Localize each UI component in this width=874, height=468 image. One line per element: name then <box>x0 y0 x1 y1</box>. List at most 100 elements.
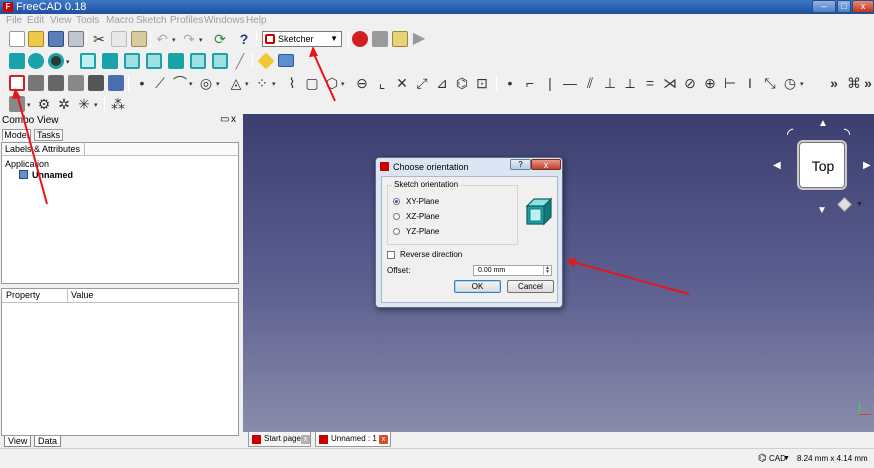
radio-yz-plane[interactable]: YZ-Plane <box>393 227 439 237</box>
right-view-icon[interactable] <box>146 53 162 69</box>
constrain-tangent-icon[interactable]: ⟂ <box>622 75 638 91</box>
conic-icon[interactable]: ◬ <box>228 75 244 91</box>
arc-dropdown-icon[interactable]: ▾ <box>189 80 193 88</box>
cancel-button[interactable]: Cancel <box>507 280 554 293</box>
close-window-button[interactable]: x <box>852 0 874 13</box>
edit-sketch-icon[interactable] <box>28 75 44 91</box>
symmetry-dropdown-icon[interactable]: ▾ <box>94 101 98 109</box>
tab-model[interactable]: Model <box>2 129 31 141</box>
cut-icon[interactable]: ✂ <box>91 31 107 47</box>
show-hide-geometry-icon[interactable]: ✲ <box>56 96 72 112</box>
open-file-icon[interactable] <box>28 31 44 47</box>
point-icon[interactable]: • <box>134 75 150 91</box>
bspline-icon[interactable]: ⁘ <box>254 75 270 91</box>
close-tab-icon[interactable]: x <box>301 435 310 444</box>
tree-document-unnamed[interactable]: Unnamed <box>32 170 73 180</box>
refresh-icon[interactable]: ⟳ <box>212 31 228 47</box>
radius-dropdown-icon[interactable]: ▾ <box>800 80 804 88</box>
bspline-dropdown-icon[interactable]: ▾ <box>272 80 276 88</box>
draw-style-icon[interactable] <box>48 53 64 69</box>
dialog-close-button[interactable]: x <box>531 159 561 170</box>
part-icon[interactable] <box>257 52 275 70</box>
menu-tools[interactable]: Tools <box>76 14 99 28</box>
radio-xy-plane[interactable]: XY-Plane <box>393 197 439 207</box>
toolbar-overflow-icon[interactable]: » <box>826 75 842 91</box>
select-constraints-icon[interactable]: ⚙ <box>36 96 52 112</box>
minimize-button[interactable]: – <box>812 0 836 13</box>
fillet-icon[interactable]: ⌞ <box>374 75 390 91</box>
polyline-icon[interactable]: ⌇ <box>284 75 300 91</box>
workbench-selector[interactable]: Sketcher ▼ <box>262 31 342 47</box>
polygon-dropdown-icon[interactable]: ▾ <box>341 80 345 88</box>
menu-profiles[interactable]: Profiles <box>170 14 203 28</box>
menu-sketch[interactable]: Sketch <box>136 14 167 28</box>
tab-tasks[interactable]: Tasks <box>34 129 63 141</box>
carbon-copy-icon[interactable]: ⌬ <box>454 75 470 91</box>
whats-this-icon[interactable]: ? <box>236 31 252 47</box>
constrain-block-icon[interactable]: ⊘ <box>682 75 698 91</box>
polygon-icon[interactable]: ⬡ <box>324 75 340 91</box>
constrain-perpendicular-icon[interactable]: ⊥ <box>602 75 618 91</box>
radio-yz-plane-indicator[interactable] <box>393 228 400 235</box>
reorient-sketch-icon[interactable] <box>108 75 124 91</box>
constrain-point-on-object-icon[interactable]: ⌐ <box>522 75 538 91</box>
nav-left-arrow-icon[interactable]: ◀ <box>773 160 781 171</box>
value-column-header[interactable]: Value <box>71 289 131 302</box>
navigation-cube[interactable]: Top <box>799 142 845 188</box>
constrain-vertical-distance-icon[interactable]: I <box>742 75 758 91</box>
menu-edit[interactable]: Edit <box>27 14 44 28</box>
trim-icon[interactable]: ✕ <box>394 75 410 91</box>
save-icon[interactable] <box>48 31 64 47</box>
draw-style-dropdown-icon[interactable]: ▾ <box>66 58 70 66</box>
redo-dropdown-icon[interactable]: ▾ <box>199 36 203 44</box>
leave-sketch-icon[interactable] <box>48 75 64 91</box>
extend-icon[interactable]: ⤢ <box>414 75 430 91</box>
constrain-parallel-icon[interactable]: ⫽ <box>582 75 598 91</box>
menu-windows[interactable]: Windows <box>204 14 245 28</box>
ok-button[interactable]: OK <box>454 280 501 293</box>
undo-dropdown-icon[interactable]: ▾ <box>172 36 176 44</box>
radio-xz-plane[interactable]: XZ-Plane <box>393 212 439 222</box>
radio-xy-plane-indicator[interactable] <box>393 198 400 205</box>
print-icon[interactable] <box>68 31 84 47</box>
constrain-horizontal-icon[interactable]: — <box>562 75 578 91</box>
redo-icon[interactable]: ↷ <box>181 31 197 47</box>
circle-icon[interactable]: ◎ <box>198 75 214 91</box>
front-view-icon[interactable] <box>102 53 118 69</box>
new-sketch-icon[interactable] <box>9 75 25 91</box>
macro-play-icon[interactable]: ▶ <box>411 31 427 47</box>
close-shape-dropdown-icon[interactable]: ▾ <box>27 101 31 109</box>
menu-view[interactable]: View <box>50 14 72 28</box>
offset-spinner-icon[interactable]: ▲ ▼ <box>543 266 551 275</box>
rotate-right-arrow-icon[interactable]: ◝ <box>844 124 850 144</box>
maximize-button[interactable]: □ <box>837 0 851 13</box>
tree-header-label[interactable]: Labels & Attributes <box>5 143 86 156</box>
doc-tab-unnamed[interactable]: Unnamed : 1 x <box>315 432 391 447</box>
macro-stop-icon[interactable] <box>372 31 388 47</box>
nav-down-arrow-icon[interactable]: ▼ <box>817 205 827 216</box>
bottom-view-icon[interactable] <box>190 53 206 69</box>
constrain-coincident-icon[interactable]: • <box>502 75 518 91</box>
map-sketch-icon[interactable] <box>88 75 104 91</box>
tab-data-properties[interactable]: Data <box>34 436 62 447</box>
navcube-face-top[interactable]: Top <box>800 143 846 189</box>
bspline-tools-icon[interactable]: ⁂ <box>110 96 126 112</box>
chevron-down-icon[interactable]: ▼ <box>783 449 790 468</box>
view-sketch-icon[interactable] <box>68 75 84 91</box>
float-panel-icon[interactable]: ▭ <box>220 114 229 125</box>
tab-view-properties[interactable]: View <box>4 436 32 447</box>
menu-file[interactable]: File <box>6 14 22 28</box>
external-geometry-icon[interactable]: ⊿ <box>434 75 450 91</box>
measure-icon[interactable]: ╱ <box>232 53 248 69</box>
menu-macro[interactable]: Macro <box>106 14 134 28</box>
property-column-header[interactable]: Property <box>6 289 68 302</box>
rectangle-icon[interactable]: ▢ <box>304 75 320 91</box>
arc-icon[interactable]: ⌒ <box>172 75 188 91</box>
constrain-radius-icon[interactable]: ◷ <box>782 75 798 91</box>
close-tab-icon[interactable]: x <box>379 435 388 444</box>
circle-dropdown-icon[interactable]: ▾ <box>216 80 220 88</box>
constrain-horizontal-distance-icon[interactable]: ⊢ <box>722 75 738 91</box>
doc-tab-start-page[interactable]: Start page x <box>248 432 311 447</box>
top-view-icon[interactable] <box>124 53 140 69</box>
offset-input[interactable]: 0.00 mm ▲ ▼ <box>473 265 552 276</box>
